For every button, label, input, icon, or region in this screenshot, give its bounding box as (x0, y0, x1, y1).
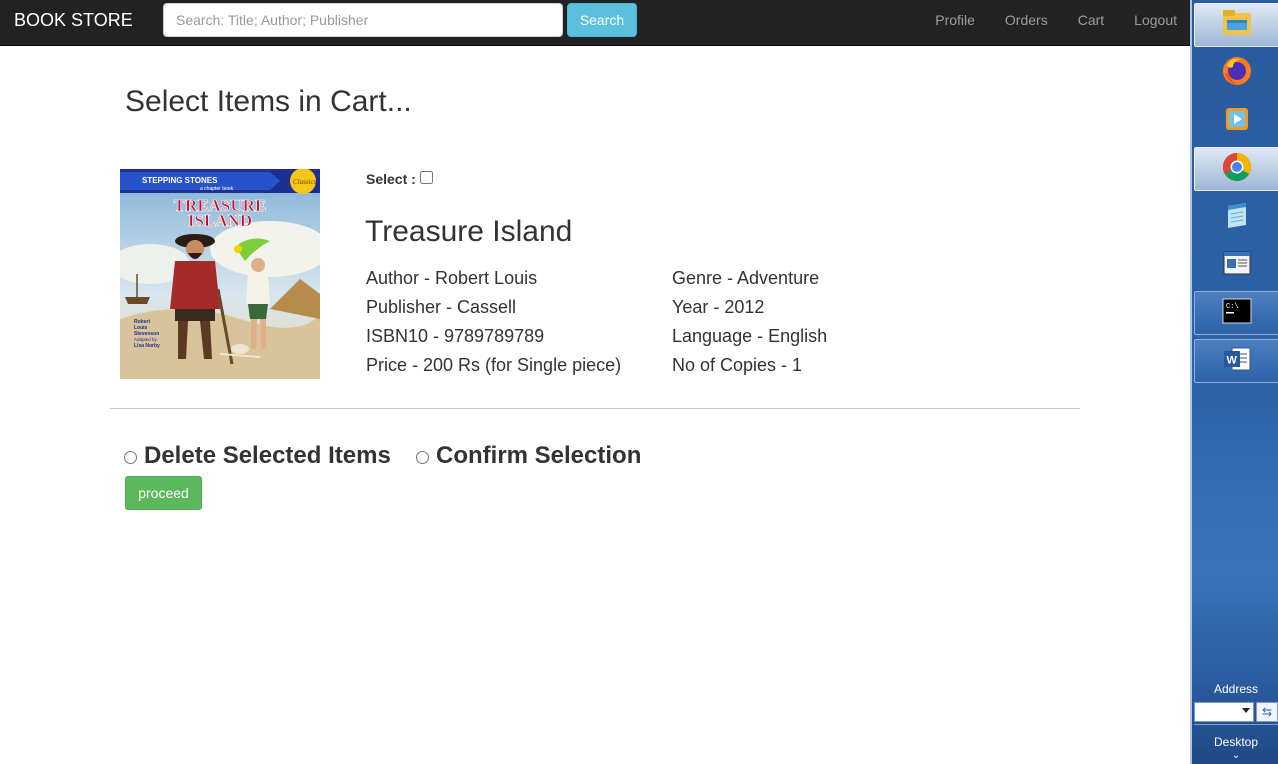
confirm-selection-label: Confirm Selection (436, 442, 642, 469)
double-chevron-down-icon[interactable]: ⌄ (1192, 750, 1278, 761)
taskbar-address-label: Address (1213, 682, 1259, 696)
word-icon: W (1222, 344, 1252, 379)
cover-badge-text: Classics (293, 178, 317, 186)
cover-adapter-text: Lisa Norby (134, 343, 160, 349)
svg-text:C:\: C:\ (1226, 303, 1239, 311)
media-player-icon (1223, 105, 1251, 138)
taskbar-separator (1194, 724, 1278, 725)
select-label: Select : (366, 171, 416, 187)
section-divider (110, 408, 1080, 409)
taskbar-address-input[interactable] (1194, 702, 1254, 722)
cover-title-line2: ISLAND (188, 211, 252, 230)
taskbar-media-player[interactable] (1194, 99, 1278, 143)
book-title: Treasure Island (365, 215, 573, 248)
proceed-button[interactable]: proceed (125, 476, 202, 510)
search-button[interactable]: Search (567, 3, 637, 37)
delete-selected-radio[interactable] (124, 450, 137, 464)
command-prompt-icon: C:\ (1222, 298, 1252, 329)
book-language: Language - English (672, 326, 828, 346)
page-title: Select Items in Cart... (125, 85, 412, 118)
taskbar-command-prompt[interactable]: C:\ (1194, 291, 1278, 335)
firefox-icon (1221, 55, 1253, 92)
nav-logout-link[interactable]: Logout (1119, 0, 1192, 46)
cover-series-text: STEPPING STONES (142, 176, 218, 185)
taskbar-notepad[interactable] (1194, 195, 1278, 239)
confirm-selection-option[interactable]: Confirm Selection (416, 442, 641, 470)
cover-adapted-text: Adapted by (134, 337, 158, 342)
delete-selected-label: Delete Selected Items (144, 442, 391, 469)
book-price: Price - 200 Rs (for Single piece) (366, 355, 622, 375)
nav-orders-link[interactable]: Orders (990, 0, 1063, 46)
file-explorer-icon (1221, 8, 1253, 43)
book-copies: No of Copies - 1 (672, 355, 803, 375)
taskbar-firefox[interactable] (1194, 51, 1278, 95)
book-isbn: ISBN10 - 9789789789 (366, 326, 545, 346)
taskbar-file-explorer[interactable] (1194, 3, 1278, 47)
select-item-checkbox[interactable] (419, 170, 433, 184)
window-app-icon (1222, 249, 1252, 282)
brand-link[interactable]: BOOK STORE (14, 10, 133, 30)
nav-profile-link[interactable]: Profile (920, 0, 990, 46)
delete-selected-option[interactable]: Delete Selected Items (124, 442, 391, 470)
windows-taskbar: C:\ W Address ⇆ Desktop ⌄ (1190, 0, 1278, 764)
select-row: Select : (366, 170, 433, 187)
book-author: Author - Robert Louis (366, 268, 538, 288)
taskbar-address-go-button[interactable]: ⇆ (1256, 702, 1278, 722)
notepad-icon (1222, 200, 1252, 235)
nav-cart-link[interactable]: Cart (1063, 0, 1119, 46)
svg-text:W: W (1227, 354, 1238, 366)
book-publisher: Publisher - Cassell (366, 297, 517, 317)
taskbar-window-app[interactable] (1194, 243, 1278, 287)
book-cover-image: STEPPING STONES a chapter book Classics … (120, 169, 320, 379)
go-arrows-icon: ⇆ (1261, 705, 1273, 719)
taskbar-chrome[interactable] (1194, 147, 1278, 191)
taskbar-word[interactable]: W (1194, 339, 1278, 383)
search-input[interactable] (163, 3, 563, 37)
confirm-selection-radio[interactable] (416, 450, 429, 464)
chrome-icon (1221, 151, 1253, 188)
book-genre: Genre - Adventure (672, 268, 820, 288)
cover-series-sub-text: a chapter book (200, 186, 234, 192)
chevron-down-icon[interactable] (1242, 708, 1250, 713)
book-year: Year - 2012 (672, 297, 765, 317)
top-navbar: BOOK STORE Search Profile Orders Cart Lo… (0, 0, 1192, 46)
taskbar-desktop-label[interactable]: Desktop (1192, 735, 1278, 749)
nav-links: Profile Orders Cart Logout (920, 0, 1192, 46)
